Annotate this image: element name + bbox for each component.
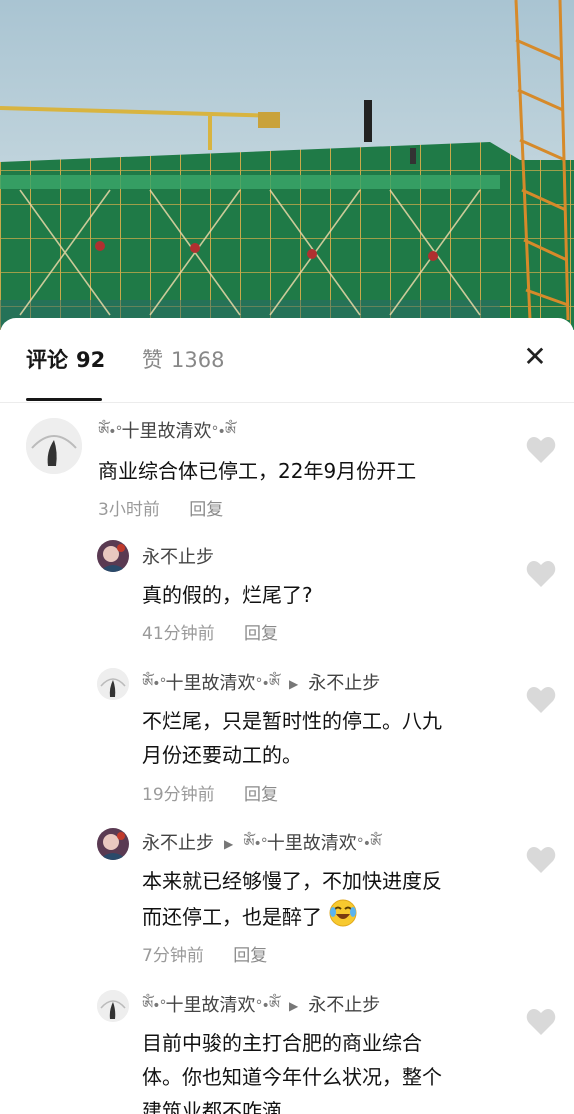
- heart-icon[interactable]: [526, 436, 556, 464]
- name-ornament: °•ༀ: [356, 836, 382, 852]
- comment-time: 19分钟前: [142, 785, 215, 805]
- tab-likes[interactable]: 赞 1368: [142, 346, 224, 374]
- comment-username[interactable]: ༀ•° 十里故清欢 °•ༀ: [98, 420, 236, 444]
- reply-arrow-icon: ▶: [224, 837, 234, 851]
- reply-to-username[interactable]: 永不止步: [308, 672, 380, 696]
- reply-button[interactable]: 回复: [189, 500, 223, 520]
- avatar[interactable]: [97, 540, 129, 572]
- comment-meta: 3小时前 回复: [98, 498, 223, 522]
- tab-bar: 评论 92 赞 1368 ✕: [0, 318, 574, 403]
- name-ornament: ༀ•°: [243, 836, 268, 852]
- comment-time: 3小时前: [98, 500, 160, 520]
- name-ornament: ༀ•°: [142, 998, 167, 1014]
- reply-to-username[interactable]: 十里故清欢: [267, 832, 357, 856]
- tab-likes-count: 1368: [171, 348, 225, 372]
- comment-meta: 7分钟前 回复: [142, 944, 267, 968]
- comment-text: 本来就已经够慢了，不加快进度反 而还停工，也是醉了: [142, 864, 522, 938]
- name-ornament: ༀ•°: [142, 676, 167, 692]
- tab-comments-label: 评论: [26, 348, 68, 372]
- heart-icon[interactable]: [526, 1008, 556, 1036]
- comment-username[interactable]: 永不止步 ▶ ༀ•° 十里故清欢 °•ༀ: [142, 832, 382, 856]
- active-tab-indicator: [26, 398, 102, 401]
- avatar[interactable]: [97, 828, 129, 860]
- tab-likes-label: 赞: [142, 348, 163, 372]
- reply-button[interactable]: 回复: [244, 624, 278, 644]
- reply-arrow-icon: ▶: [288, 677, 299, 691]
- comment-username[interactable]: ༀ•° 十里故清欢 °•ༀ ▶ 永不止步: [142, 994, 380, 1018]
- name-ornament: °•ༀ: [255, 998, 280, 1014]
- name-ornament: ༀ•°: [98, 424, 123, 440]
- reply-to-username[interactable]: 永不止步: [308, 994, 380, 1018]
- comment-text: 商业综合体已停工，22年9月份开工: [98, 459, 417, 483]
- heart-icon[interactable]: [526, 686, 556, 714]
- comment-meta: 19分钟前 回复: [142, 783, 278, 807]
- name-ornament: °•ༀ: [211, 424, 236, 440]
- tab-comments-count: 92: [76, 348, 106, 372]
- comment-username[interactable]: ༀ•° 十里故清欢 °•ༀ ▶ 永不止步: [142, 672, 380, 696]
- reply-button[interactable]: 回复: [244, 785, 278, 805]
- avatar[interactable]: [97, 990, 129, 1022]
- comment-sheet: 评论 92 赞 1368 ✕ ༀ•° 十里故清欢 °•ༀ 商业综合体已停工，22…: [0, 318, 574, 1114]
- name-ornament: °•ༀ: [255, 676, 280, 692]
- heart-icon[interactable]: [526, 560, 556, 588]
- comment-text: 目前中骏的主打合肥的商业综合 体。你也知道今年什么状况，整个 建筑业都不咋滴: [142, 1031, 442, 1114]
- avatar[interactable]: [97, 668, 129, 700]
- close-icon[interactable]: ✕: [520, 342, 550, 372]
- comment-time: 7分钟前: [142, 946, 204, 966]
- comment-meta: 41分钟前 回复: [142, 622, 278, 646]
- construction-photo: [0, 0, 574, 330]
- comment-time: 41分钟前: [142, 624, 215, 644]
- tab-comments[interactable]: 评论 92: [26, 346, 105, 374]
- avatar[interactable]: [26, 418, 82, 474]
- reply-button[interactable]: 回复: [233, 946, 267, 966]
- reply-arrow-icon: ▶: [288, 999, 299, 1013]
- comment-text: 不烂尾，只是暂时性的停工。八九 月份还要动工的。: [142, 709, 442, 767]
- comment-username[interactable]: 永不止步: [142, 546, 214, 570]
- laughing-crying-emoji: [328, 898, 358, 938]
- comment-text: 真的假的，烂尾了?: [142, 583, 313, 607]
- heart-icon[interactable]: [526, 846, 556, 874]
